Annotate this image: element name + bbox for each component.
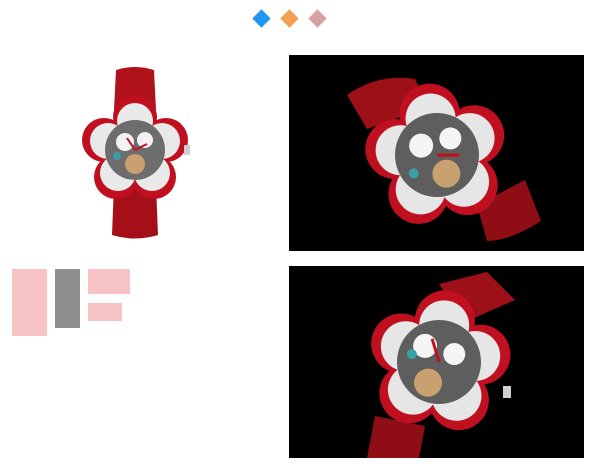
slide-dot-3[interactable] [308, 9, 327, 28]
watch-angle-image-2 [367, 272, 515, 458]
slide-dot-2[interactable] [280, 9, 299, 28]
placeholder-block [55, 269, 80, 328]
watch-front-view[interactable] [60, 60, 270, 250]
watch-angle-image-1 [347, 77, 541, 241]
placeholder-block [88, 269, 130, 294]
watch-angle-view-1[interactable] [289, 55, 584, 251]
watch-angle-view-2[interactable] [289, 266, 584, 458]
slide-dot-1[interactable] [252, 9, 271, 28]
watch-front-image [82, 67, 190, 239]
slider-dots [0, 9, 600, 29]
product-gallery-page [0, 0, 600, 467]
placeholder-block [12, 269, 47, 336]
placeholder-block [88, 303, 122, 321]
